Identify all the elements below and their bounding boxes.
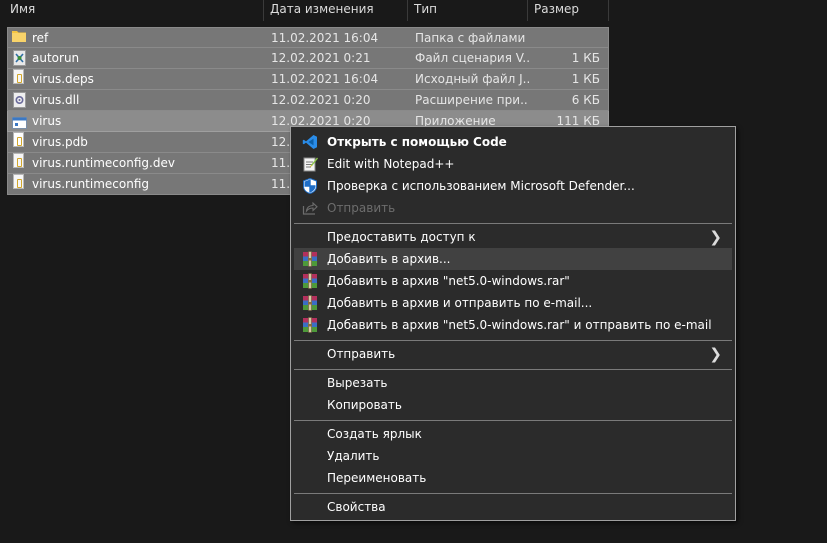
menu-item-label: Добавить в архив "net5.0-windows.rar" (327, 274, 570, 288)
menu-item-create-shortcut[interactable]: Создать ярлык (294, 423, 732, 445)
file-row-virus-dll[interactable]: virus.dll 12.02.2021 0:20 Расширение при… (7, 90, 609, 111)
chevron-right-icon: ❯ (709, 345, 722, 363)
menu-item-label: Добавить в архив... (327, 252, 451, 266)
file-name: virus.deps (32, 72, 94, 86)
menu-item-cut[interactable]: Вырезать (294, 372, 732, 394)
vbs-script-icon (13, 50, 27, 66)
file-row-virus-deps[interactable]: virus.deps 11.02.2021 16:04 Исходный фай… (7, 69, 609, 90)
file-size: 1 КБ (571, 51, 600, 65)
menu-item-rename[interactable]: Переименовать (294, 467, 732, 489)
file-date: 11.02.2021 16:04 (271, 31, 379, 45)
application-icon (12, 115, 27, 129)
column-size[interactable]: Размер (528, 0, 609, 21)
vscode-icon (302, 134, 318, 150)
menu-item-label: Добавить в архив "net5.0-windows.rar" и … (327, 318, 712, 332)
menu-separator (294, 223, 732, 224)
menu-item-label: Добавить в архив и отправить по e-mail..… (327, 296, 593, 310)
menu-item-add-archive-named[interactable]: Добавить в архив "net5.0-windows.rar" (294, 270, 732, 292)
winrar-icon (302, 251, 318, 267)
defender-shield-icon (302, 177, 318, 195)
menu-item-scan-defender[interactable]: Проверка с использованием Microsoft Defe… (294, 175, 732, 197)
menu-item-edit-notepad[interactable]: Edit with Notepad++ (294, 153, 732, 175)
menu-item-add-archive-named-email[interactable]: Добавить в архив "net5.0-windows.rar" и … (294, 314, 732, 336)
folder-icon (12, 28, 26, 42)
file-name: virus.runtimeconfig.dev (32, 156, 175, 170)
menu-item-label: Переименовать (327, 471, 427, 485)
menu-separator (294, 340, 732, 341)
menu-separator (294, 493, 732, 494)
file-type: Файл сценария V... (415, 51, 529, 65)
menu-item-delete[interactable]: Удалить (294, 445, 732, 467)
menu-item-label: Свойства (327, 500, 386, 514)
notepad-plus-plus-icon (302, 156, 318, 172)
menu-item-label: Проверка с использованием Microsoft Defe… (327, 179, 635, 193)
menu-item-give-access[interactable]: Предоставить доступ к ❯ (294, 226, 732, 248)
dll-file-icon (13, 92, 27, 108)
menu-separator (294, 420, 732, 421)
file-size: 1 КБ (571, 72, 600, 86)
file-row-ref[interactable]: ref 11.02.2021 16:04 Папка с файлами (7, 27, 609, 48)
pdb-file-icon (13, 132, 24, 147)
json-file-icon (13, 153, 24, 168)
menu-item-open-with-code[interactable]: Открыть с помощью Code (294, 131, 732, 153)
menu-item-label: Открыть с помощью Code (327, 135, 507, 149)
menu-item-copy[interactable]: Копировать (294, 394, 732, 416)
file-row-virus-runtimeconfig[interactable]: virus.runtimeconfig 11.0 (7, 174, 298, 195)
chevron-right-icon: ❯ (709, 228, 722, 246)
column-header: Имя Дата изменения Тип Размер (0, 0, 610, 21)
file-row-virus-pdb[interactable]: virus.pdb 12.0 (7, 132, 298, 153)
menu-separator (294, 369, 732, 370)
share-icon (302, 200, 318, 216)
menu-item-add-archive[interactable]: Добавить в архив... (294, 248, 732, 270)
file-date: 12.02.2021 0:21 (271, 51, 371, 65)
menu-item-label: Отправить (327, 347, 396, 361)
column-type[interactable]: Тип (408, 0, 528, 21)
menu-item-properties[interactable]: Свойства (294, 496, 732, 518)
menu-item-label: Edit with Notepad++ (327, 157, 455, 171)
context-menu: Открыть с помощью Code Edit with Notepad… (290, 126, 736, 521)
menu-item-label: Копировать (327, 398, 402, 412)
file-name: ref (32, 31, 49, 45)
file-date: 12.02.2021 0:20 (271, 93, 371, 107)
winrar-icon (302, 273, 318, 289)
menu-item-label: Создать ярлык (327, 427, 422, 441)
file-name: virus.dll (32, 93, 80, 107)
menu-item-label: Вырезать (327, 376, 388, 390)
menu-item-label: Отправить (327, 201, 396, 215)
file-row-virus-runtimeconfig-dev[interactable]: virus.runtimeconfig.dev 11.0 (7, 153, 298, 174)
file-type: Папка с файлами (415, 31, 526, 45)
file-row-autorun[interactable]: autorun 12.02.2021 0:21 Файл сценария V.… (7, 48, 609, 69)
file-type: Расширение при... (415, 93, 529, 107)
file-name: virus (32, 114, 62, 128)
json-file-icon (13, 174, 24, 189)
menu-item-label: Удалить (327, 449, 380, 463)
file-name: virus.pdb (32, 135, 88, 149)
winrar-icon (302, 295, 318, 311)
file-date: 11.02.2021 16:04 (271, 72, 379, 86)
file-name: virus.runtimeconfig (32, 177, 150, 191)
winrar-icon (302, 317, 318, 333)
menu-item-label: Предоставить доступ к (327, 230, 476, 244)
column-date-modified[interactable]: Дата изменения (264, 0, 408, 21)
menu-item-share: Отправить (294, 197, 732, 219)
file-size: 6 КБ (571, 93, 600, 107)
file-type: Исходный файл J... (415, 72, 529, 86)
menu-item-send-to[interactable]: Отправить ❯ (294, 343, 732, 365)
json-file-icon (13, 69, 24, 84)
column-name[interactable]: Имя (0, 0, 264, 21)
file-name: autorun (32, 51, 80, 65)
menu-item-add-archive-email[interactable]: Добавить в архив и отправить по e-mail..… (294, 292, 732, 314)
